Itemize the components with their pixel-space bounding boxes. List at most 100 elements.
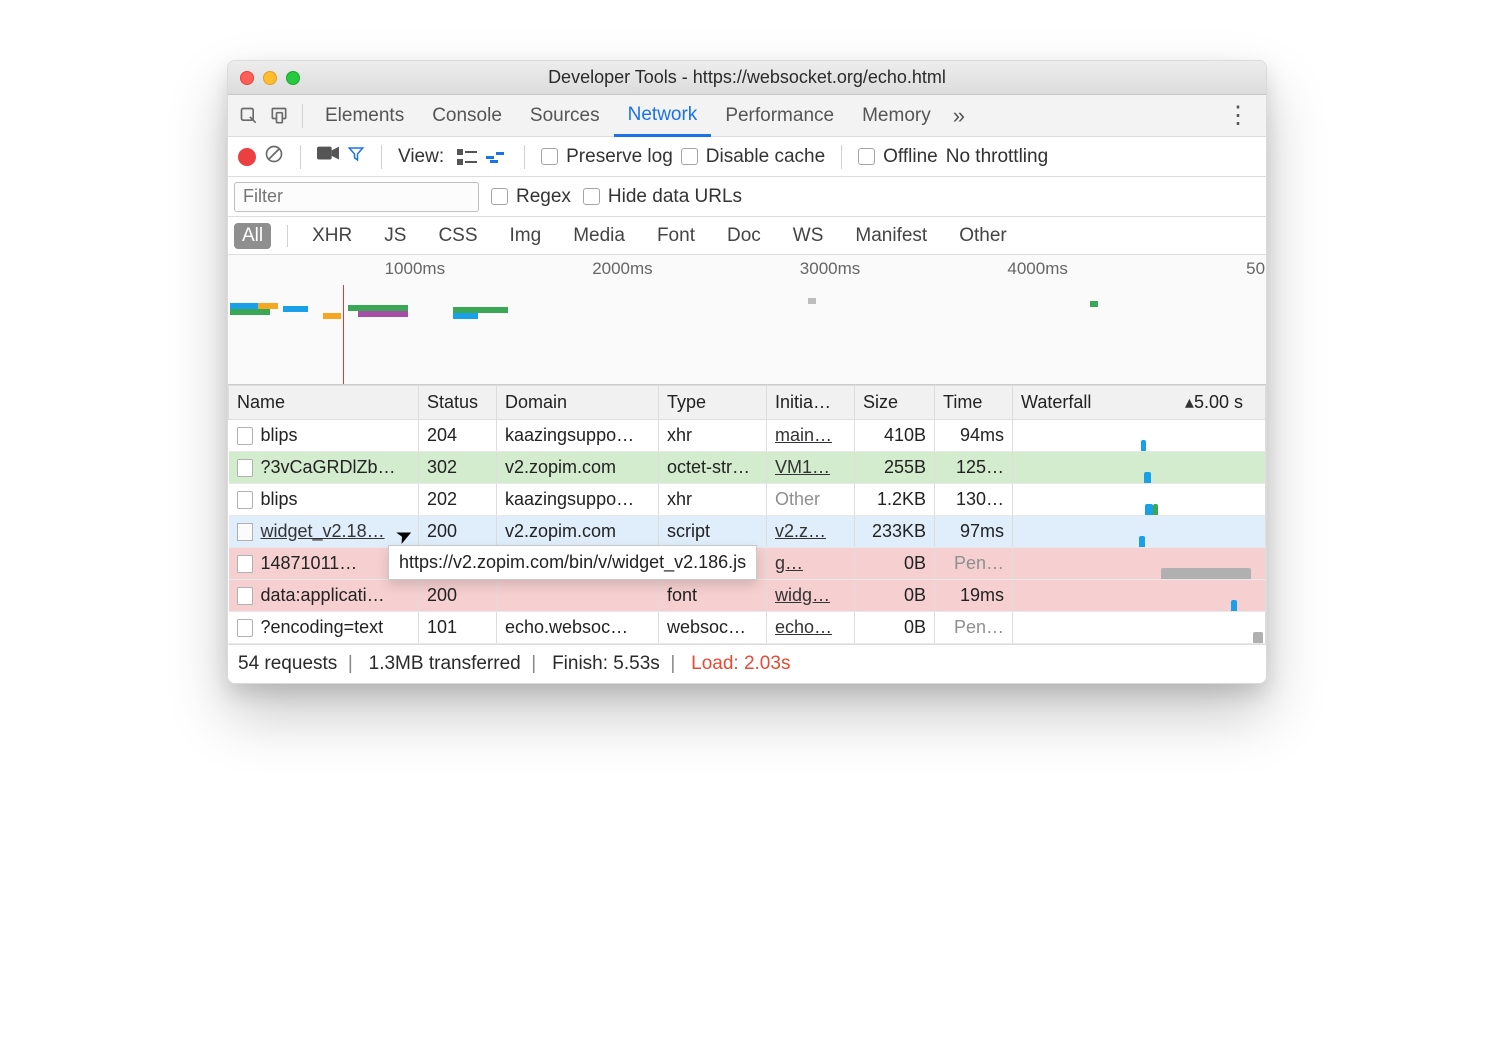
filter-icon[interactable] (347, 145, 365, 169)
separator (287, 225, 288, 247)
disable-cache-checkbox[interactable]: Disable cache (681, 146, 825, 168)
type-filter-bar: All XHR JS CSS Img Media Font Doc WS Man… (228, 217, 1266, 255)
type-filter-css[interactable]: CSS (430, 223, 485, 249)
disable-cache-label: Disable cache (706, 146, 825, 168)
initiator-link[interactable]: v2.z… (775, 521, 826, 541)
timeline-cursor (343, 285, 344, 384)
timeline-tick: 2000ms (592, 259, 652, 279)
type-filter-media[interactable]: Media (565, 223, 633, 249)
initiator-link[interactable]: main… (775, 425, 832, 445)
zoom-window-button[interactable] (286, 71, 300, 85)
footer-requests: 54 requests (238, 653, 337, 674)
throttling-dropdown[interactable]: No throttling (946, 146, 1048, 168)
col-name[interactable]: Name (229, 386, 419, 420)
separator (381, 145, 382, 169)
record-button[interactable] (238, 148, 256, 166)
table-row[interactable]: ?3vCaGRDlZb…302v2.zopim.comoctet-str…VM1… (229, 452, 1266, 484)
file-icon (237, 491, 253, 509)
col-time[interactable]: Time (935, 386, 1013, 420)
footer-finish: Finish: 5.53s (552, 653, 660, 674)
overview-icon[interactable] (486, 146, 508, 168)
table-row[interactable]: data:applicati…200fontwidg…0B19ms (229, 580, 1266, 612)
type-filter-font[interactable]: Font (649, 223, 703, 249)
title-bar: Developer Tools - https://websocket.org/… (228, 61, 1266, 95)
request-name: widget_v2.18… (261, 521, 385, 542)
separator (524, 145, 525, 169)
request-name: 14871011… (261, 553, 358, 574)
type-filter-other[interactable]: Other (951, 223, 1015, 249)
request-table-wrapper: Name Status Domain Type Initia… Size Tim… (228, 385, 1266, 644)
type-filter-xhr[interactable]: XHR (304, 223, 360, 249)
request-name: data:applicati… (261, 585, 385, 606)
request-name: blips (261, 489, 298, 510)
filter-bar: Regex Hide data URLs (228, 177, 1266, 217)
initiator-link[interactable]: widg… (775, 585, 830, 605)
timeline-tick: 3000ms (800, 259, 860, 279)
col-initiator[interactable]: Initia… (767, 386, 855, 420)
tab-memory[interactable]: Memory (848, 95, 945, 137)
type-filter-js[interactable]: JS (376, 223, 414, 249)
table-row[interactable]: blips202kaazingsuppo…xhrOther1.2KB130… (229, 484, 1266, 516)
initiator-link[interactable]: echo… (775, 617, 832, 637)
col-size[interactable]: Size (855, 386, 935, 420)
hide-data-urls-checkbox[interactable]: Hide data URLs (583, 186, 742, 208)
timeline-tick: 50 (1246, 259, 1265, 279)
initiator-link[interactable]: g… (775, 553, 803, 573)
col-waterfall[interactable]: Waterfall 5.00 s (1013, 386, 1266, 420)
devtools-window: Developer Tools - https://websocket.org/… (227, 60, 1267, 684)
inspect-element-icon[interactable] (234, 101, 264, 131)
file-icon (237, 427, 253, 445)
col-type[interactable]: Type (659, 386, 767, 420)
regex-checkbox[interactable]: Regex (491, 186, 571, 208)
file-icon (237, 587, 253, 605)
view-label: View: (398, 146, 444, 168)
col-waterfall-label: Waterfall (1021, 392, 1091, 412)
more-tabs-button[interactable]: » (945, 103, 967, 129)
type-filter-img[interactable]: Img (502, 223, 550, 249)
timeline-overview[interactable]: 1000ms 2000ms 3000ms 4000ms 50 (228, 255, 1266, 385)
request-name: ?3vCaGRDlZb… (261, 457, 396, 478)
table-row[interactable]: widget_v2.18…200v2.zopim.comscriptv2.z…2… (229, 516, 1266, 548)
minimize-window-button[interactable] (263, 71, 277, 85)
separator (300, 145, 301, 169)
type-filter-doc[interactable]: Doc (719, 223, 769, 249)
table-row[interactable]: blips204kaazingsuppo…xhrmain…410B94ms (229, 420, 1266, 452)
table-row[interactable]: ?encoding=text101echo.websoc…websoc…echo… (229, 612, 1266, 644)
table-header-row: Name Status Domain Type Initia… Size Tim… (229, 386, 1266, 420)
waterfall-label: 5.00 s (1194, 392, 1243, 413)
network-controls-bar: View: Preserve log Disable cache Offline… (228, 137, 1266, 177)
capture-screenshots-icon[interactable] (317, 146, 339, 168)
tab-network[interactable]: Network (614, 95, 712, 137)
file-icon (237, 555, 253, 573)
tab-elements[interactable]: Elements (311, 95, 418, 137)
timeline-tick: 1000ms (385, 259, 445, 279)
close-window-button[interactable] (240, 71, 254, 85)
separator (302, 104, 303, 128)
tab-performance[interactable]: Performance (711, 95, 848, 137)
col-domain[interactable]: Domain (497, 386, 659, 420)
tab-sources[interactable]: Sources (516, 95, 614, 137)
preserve-log-checkbox[interactable]: Preserve log (541, 146, 673, 168)
tab-console[interactable]: Console (418, 95, 516, 137)
file-icon (237, 619, 253, 637)
window-title: Developer Tools - https://websocket.org/… (228, 67, 1266, 88)
large-request-rows-icon[interactable] (456, 146, 478, 168)
footer-load: Load: 2.03s (691, 653, 790, 674)
filter-input[interactable] (234, 182, 479, 212)
type-filter-ws[interactable]: WS (785, 223, 832, 249)
separator (841, 145, 842, 169)
main-tabs-bar: Elements Console Sources Network Perform… (228, 95, 1266, 137)
kebab-menu-icon[interactable]: ⋮ (1216, 101, 1260, 130)
request-table: Name Status Domain Type Initia… Size Tim… (228, 385, 1266, 644)
offline-checkbox[interactable]: Offline (858, 146, 938, 168)
clear-button[interactable] (264, 144, 284, 170)
col-status[interactable]: Status (419, 386, 497, 420)
request-name: blips (261, 425, 298, 446)
initiator-text: Other (775, 489, 820, 509)
type-filter-all[interactable]: All (234, 223, 271, 249)
type-filter-manifest[interactable]: Manifest (847, 223, 935, 249)
status-footer: 54 requests | 1.3MB transferred | Finish… (228, 644, 1266, 683)
device-toolbar-icon[interactable] (264, 101, 294, 131)
initiator-link[interactable]: VM1… (775, 457, 830, 477)
timeline-tick: 4000ms (1007, 259, 1067, 279)
